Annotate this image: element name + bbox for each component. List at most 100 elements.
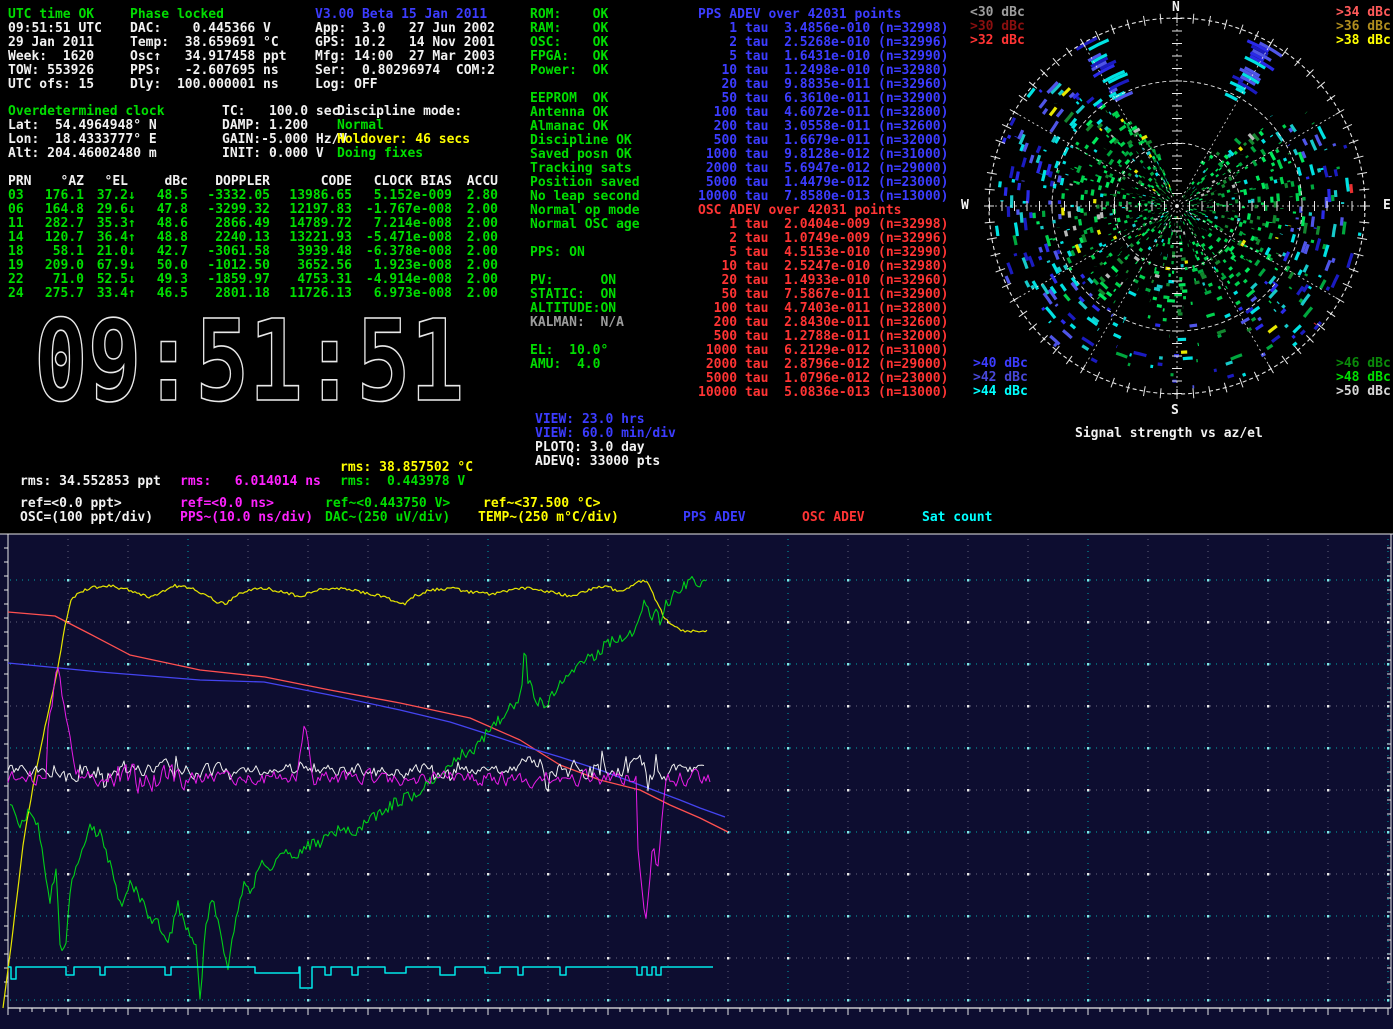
sat-cell: 2240.13 bbox=[188, 231, 270, 245]
plot-graphic bbox=[187, 705, 189, 707]
plot-graphic bbox=[1168, 239, 1170, 240]
plot-graphic bbox=[1014, 235, 1016, 245]
plot-graphic bbox=[1266, 184, 1267, 190]
plot-graphic bbox=[1025, 218, 1026, 230]
sat-cell: 2.00 bbox=[452, 259, 498, 273]
plot-graphic bbox=[1089, 294, 1091, 296]
plot-graphic bbox=[1118, 191, 1119, 193]
plot-graphic bbox=[1100, 251, 1101, 253]
plot-graphic bbox=[1152, 186, 1153, 188]
plot-graphic bbox=[1168, 214, 1169, 215]
plot-graphic bbox=[1267, 831, 1269, 833]
text-line: DAMP: 1.200 bbox=[222, 119, 347, 133]
plot-graphic bbox=[1153, 167, 1156, 169]
plot-graphic bbox=[1207, 621, 1209, 623]
plot-graphic bbox=[985, 222, 995, 223]
plot-graphic bbox=[1147, 579, 1149, 581]
plot-graphic bbox=[1158, 227, 1159, 228]
plot-graphic bbox=[1081, 275, 1084, 279]
plot-graphic bbox=[427, 957, 429, 959]
plot-graphic bbox=[1387, 957, 1389, 959]
plot-graphic bbox=[1387, 621, 1389, 623]
plot-graphic bbox=[1190, 325, 1198, 326]
plot-graphic bbox=[847, 621, 849, 623]
text-line: EL: 10.0° bbox=[530, 344, 640, 358]
text-line: Phase locked bbox=[130, 8, 287, 22]
sat-cell: dBc bbox=[140, 175, 188, 189]
sat-table-row: 14120.736.4↑48.82240.1313221.93-5.471e-0… bbox=[8, 231, 498, 245]
polar-legend-top-left: <30 dBc>30 dBc>32 dBc bbox=[970, 6, 1025, 48]
plot-graphic bbox=[1387, 999, 1389, 1001]
plot-graphic bbox=[1240, 378, 1243, 387]
plot-graphic bbox=[1044, 293, 1052, 304]
plot-graphic bbox=[1277, 132, 1283, 141]
plot-graphic bbox=[1236, 215, 1237, 217]
plot-graphic bbox=[1294, 325, 1301, 332]
selftest-block: ROM: OKRAM: OKOSC: OKFPGA: OKPower: OK bbox=[530, 8, 608, 78]
plot-graphic bbox=[1027, 579, 1029, 581]
plot-graphic bbox=[1289, 153, 1290, 154]
plot-graphic bbox=[1128, 127, 1130, 128]
plot-graphic bbox=[1205, 176, 1206, 177]
plot-graphic bbox=[1236, 302, 1240, 305]
plot-graphic bbox=[1081, 238, 1083, 243]
text-line bbox=[530, 260, 640, 274]
adev-line: 100 tau 4.6072e-011 (n=32800) bbox=[698, 106, 948, 120]
plot-graphic bbox=[1292, 228, 1293, 232]
plot-graphic bbox=[1063, 193, 1064, 199]
plot-graphic bbox=[1332, 275, 1338, 288]
plot-graphic bbox=[787, 663, 789, 665]
plot-graphic bbox=[487, 915, 489, 917]
plot-graphic bbox=[1087, 579, 1089, 581]
plot-graphic bbox=[967, 915, 969, 917]
plot-graphic bbox=[1267, 915, 1269, 917]
plot-graphic bbox=[247, 747, 249, 749]
plot-graphic bbox=[1040, 99, 1046, 107]
sat-cell: 13221.93 bbox=[270, 231, 352, 245]
plot-graphic bbox=[787, 579, 789, 581]
plot-graphic bbox=[1272, 169, 1273, 171]
plot-graphic bbox=[1293, 343, 1297, 346]
text-line bbox=[530, 330, 640, 344]
adev-line: 1000 tau 9.8128e-012 (n=31000) bbox=[698, 148, 948, 162]
plot-graphic bbox=[367, 579, 369, 581]
sat-cell: 11 bbox=[8, 217, 28, 231]
plot-graphic bbox=[1078, 148, 1079, 149]
plot-graphic bbox=[787, 957, 789, 959]
plot-graphic bbox=[1147, 663, 1149, 665]
plot-graphic bbox=[1207, 873, 1209, 875]
plot-graphic bbox=[1329, 189, 1330, 202]
sat-cell: 2.00 bbox=[452, 273, 498, 287]
plot-graphic bbox=[1267, 222, 1268, 228]
plot-graphic bbox=[547, 915, 549, 917]
plot-graphic bbox=[1058, 250, 1060, 254]
plot-graphic bbox=[1267, 345, 1273, 349]
plot-graphic bbox=[1217, 175, 1218, 177]
plot-graphic bbox=[1120, 165, 1121, 167]
plot-graphic bbox=[1040, 256, 1041, 260]
text-line: Position saved bbox=[530, 176, 640, 190]
plot-graphic bbox=[607, 873, 609, 875]
scale-osc: OSC=(100 ppt/div) bbox=[20, 511, 153, 525]
text-line: EEPROM OK bbox=[530, 92, 640, 106]
plot-graphic bbox=[1160, 220, 1161, 221]
plot-graphic bbox=[1272, 163, 1273, 166]
scale-dac: DAC~(250 uV/div) bbox=[325, 511, 450, 525]
plot-graphic bbox=[1261, 248, 1263, 252]
plot-graphic bbox=[1210, 229, 1211, 230]
sat-cell: 282.7 bbox=[28, 217, 84, 231]
plot-graphic bbox=[1040, 90, 1042, 92]
receiver-status-block: EEPROM OKAntenna OKAlmanac OKDiscipline … bbox=[530, 92, 640, 372]
plot-graphic bbox=[1106, 274, 1109, 277]
plot-graphic bbox=[1387, 579, 1389, 581]
sat-cell: °EL bbox=[84, 175, 128, 189]
plot-graphic bbox=[1122, 152, 1124, 154]
plot-graphic bbox=[607, 621, 609, 623]
plot-graphic bbox=[367, 915, 369, 917]
sat-cell: 67.9 bbox=[84, 259, 128, 273]
plot-graphic bbox=[1292, 181, 1293, 186]
compass-east: E bbox=[1383, 199, 1391, 213]
plot-graphic bbox=[1327, 873, 1329, 875]
plot-graphic bbox=[1255, 237, 1257, 241]
plot-graphic bbox=[1237, 165, 1238, 166]
